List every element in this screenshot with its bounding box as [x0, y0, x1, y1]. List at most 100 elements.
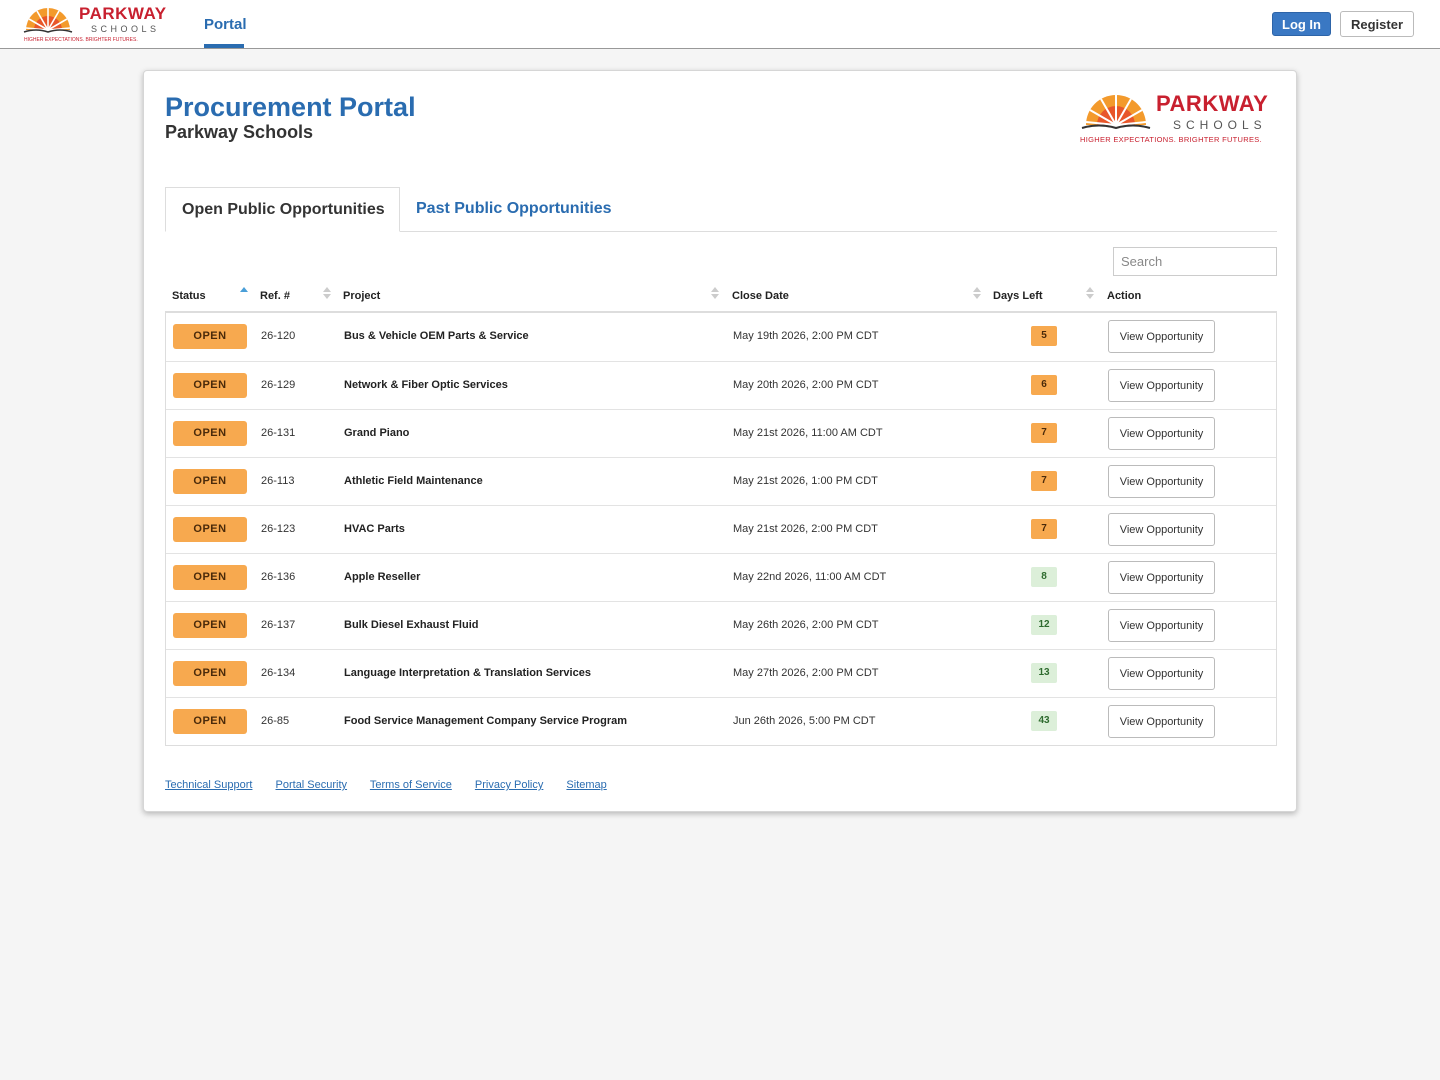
- login-button[interactable]: Log In: [1272, 12, 1331, 36]
- footer-link-technical-support[interactable]: Technical Support: [165, 779, 252, 791]
- table-row: OPEN 26-123 HVAC Parts May 21st 2026, 2:…: [166, 505, 1276, 553]
- table-row: OPEN 26-136 Apple Reseller May 22nd 2026…: [166, 553, 1276, 601]
- ref-number: 26-131: [261, 427, 296, 439]
- page-title: Procurement Portal: [165, 92, 416, 122]
- close-date: May 26th 2026, 2:00 PM CDT: [733, 619, 879, 631]
- project-name: Apple Reseller: [344, 571, 421, 583]
- table-row: OPEN 26-131 Grand Piano May 21st 2026, 1…: [166, 409, 1276, 457]
- days-left-badge: 6: [1031, 375, 1057, 395]
- brand-tagline: HIGHER EXPECTATIONS. BRIGHTER FUTURES.: [24, 37, 138, 43]
- status-badge: OPEN: [173, 373, 247, 398]
- status-badge: OPEN: [173, 565, 247, 590]
- column-header-days-left[interactable]: Days Left: [993, 290, 1043, 302]
- ref-number: 26-136: [261, 571, 296, 583]
- close-date: May 19th 2026, 2:00 PM CDT: [733, 330, 879, 342]
- view-opportunity-button[interactable]: View Opportunity: [1108, 465, 1215, 498]
- days-left-badge: 13: [1031, 663, 1057, 683]
- view-opportunity-button[interactable]: View Opportunity: [1108, 417, 1215, 450]
- procurement-card: Procurement Portal Parkway Schools PARKW…: [143, 70, 1297, 812]
- nav-active-indicator: [204, 44, 244, 48]
- view-opportunity-button[interactable]: View Opportunity: [1108, 657, 1215, 690]
- column-header-close-date[interactable]: Close Date: [732, 290, 789, 302]
- ref-number: 26-129: [261, 379, 296, 391]
- view-opportunity-button[interactable]: View Opportunity: [1108, 561, 1215, 594]
- table-body: OPEN 26-120 Bus & Vehicle OEM Parts & Se…: [165, 313, 1277, 746]
- column-header-status[interactable]: Status: [172, 290, 206, 302]
- table-row: OPEN 26-113 Athletic Field Maintenance M…: [166, 457, 1276, 505]
- project-name: Network & Fiber Optic Services: [344, 379, 508, 391]
- status-badge: OPEN: [173, 324, 247, 349]
- status-badge: OPEN: [173, 613, 247, 638]
- project-name: Bus & Vehicle OEM Parts & Service: [344, 330, 529, 342]
- brand-tagline-large: HIGHER EXPECTATIONS. BRIGHTER FUTURES.: [1080, 135, 1262, 144]
- status-badge: OPEN: [173, 421, 247, 446]
- days-left-badge: 7: [1031, 471, 1057, 491]
- days-left-badge: 43: [1031, 711, 1057, 731]
- status-badge: OPEN: [173, 469, 247, 494]
- ref-number: 26-137: [261, 619, 296, 631]
- sort-icon[interactable]: [711, 287, 719, 301]
- parkway-logo-large: PARKWAY SCHOOLS HIGHER EXPECTATIONS. BRI…: [1078, 89, 1278, 149]
- view-opportunity-button[interactable]: View Opportunity: [1108, 513, 1215, 546]
- close-date: May 22nd 2026, 11:00 AM CDT: [733, 571, 887, 583]
- sort-asc-icon[interactable]: [240, 287, 248, 301]
- brand-name-large: PARKWAY: [1156, 91, 1269, 116]
- days-left-badge: 7: [1031, 519, 1057, 539]
- close-date: May 21st 2026, 1:00 PM CDT: [733, 475, 878, 487]
- table-row: OPEN 26-129 Network & Fiber Optic Servic…: [166, 361, 1276, 409]
- opportunities-table: Status Ref. # Project Close Date Days Le…: [165, 281, 1277, 746]
- view-opportunity-button[interactable]: View Opportunity: [1108, 705, 1215, 738]
- table-header: Status Ref. # Project Close Date Days Le…: [165, 281, 1277, 313]
- view-opportunity-button[interactable]: View Opportunity: [1108, 609, 1215, 642]
- project-name: Grand Piano: [344, 427, 410, 439]
- top-navbar: PARKWAY SCHOOLS HIGHER EXPECTATIONS. BRI…: [0, 0, 1440, 49]
- table-row: OPEN 26-120 Bus & Vehicle OEM Parts & Se…: [166, 313, 1276, 361]
- register-button[interactable]: Register: [1340, 11, 1414, 37]
- tab-open-opportunities[interactable]: Open Public Opportunities: [165, 187, 400, 232]
- sunburst-icon: [23, 8, 73, 33]
- footer-link-portal-security[interactable]: Portal Security: [276, 779, 348, 791]
- brand-name: PARKWAY: [79, 4, 167, 23]
- sort-icon[interactable]: [973, 287, 981, 301]
- close-date: Jun 26th 2026, 5:00 PM CDT: [733, 715, 876, 727]
- tab-past-opportunities[interactable]: Past Public Opportunities: [400, 187, 620, 232]
- search-input[interactable]: [1113, 247, 1277, 276]
- days-left-badge: 7: [1031, 423, 1057, 443]
- days-left-badge: 12: [1031, 615, 1057, 635]
- close-date: May 27th 2026, 2:00 PM CDT: [733, 667, 879, 679]
- view-opportunity-button[interactable]: View Opportunity: [1108, 369, 1215, 402]
- parkway-logo[interactable]: PARKWAY SCHOOLS HIGHER EXPECTATIONS. BRI…: [22, 4, 172, 44]
- column-header-action: Action: [1107, 290, 1142, 302]
- table-row: OPEN 26-85 Food Service Management Compa…: [166, 697, 1276, 745]
- project-name: Language Interpretation & Translation Se…: [344, 667, 591, 679]
- ref-number: 26-123: [261, 523, 296, 535]
- footer-links: Technical Support Portal Security Terms …: [165, 779, 627, 791]
- ref-number: 26-120: [261, 330, 296, 342]
- ref-number: 26-113: [261, 475, 295, 487]
- footer-link-privacy-policy[interactable]: Privacy Policy: [475, 779, 543, 791]
- project-name: Food Service Management Company Service …: [344, 715, 628, 727]
- close-date: May 21st 2026, 11:00 AM CDT: [733, 427, 883, 439]
- sort-icon[interactable]: [1086, 287, 1094, 301]
- sunburst-icon: [1081, 95, 1151, 130]
- project-name: HVAC Parts: [344, 523, 405, 535]
- nav-portal-link[interactable]: Portal: [204, 16, 247, 33]
- status-badge: OPEN: [173, 517, 247, 542]
- ref-number: 26-85: [261, 715, 290, 727]
- project-name: Athletic Field Maintenance: [344, 475, 483, 487]
- brand-sub-large: SCHOOLS: [1173, 118, 1267, 132]
- project-name: Bulk Diesel Exhaust Fluid: [344, 619, 479, 631]
- column-header-ref[interactable]: Ref. #: [260, 290, 290, 302]
- sort-icon[interactable]: [323, 287, 331, 301]
- close-date: May 21st 2026, 2:00 PM CDT: [733, 523, 878, 535]
- footer-link-terms-of-service[interactable]: Terms of Service: [370, 779, 452, 791]
- column-header-project[interactable]: Project: [343, 290, 380, 302]
- close-date: May 20th 2026, 2:00 PM CDT: [733, 379, 879, 391]
- ref-number: 26-134: [261, 667, 296, 679]
- brand-sub: SCHOOLS: [91, 24, 160, 34]
- status-badge: OPEN: [173, 661, 247, 686]
- days-left-badge: 5: [1031, 326, 1057, 346]
- view-opportunity-button[interactable]: View Opportunity: [1108, 320, 1215, 353]
- page-subtitle: Parkway Schools: [165, 122, 314, 142]
- footer-link-sitemap[interactable]: Sitemap: [566, 779, 606, 791]
